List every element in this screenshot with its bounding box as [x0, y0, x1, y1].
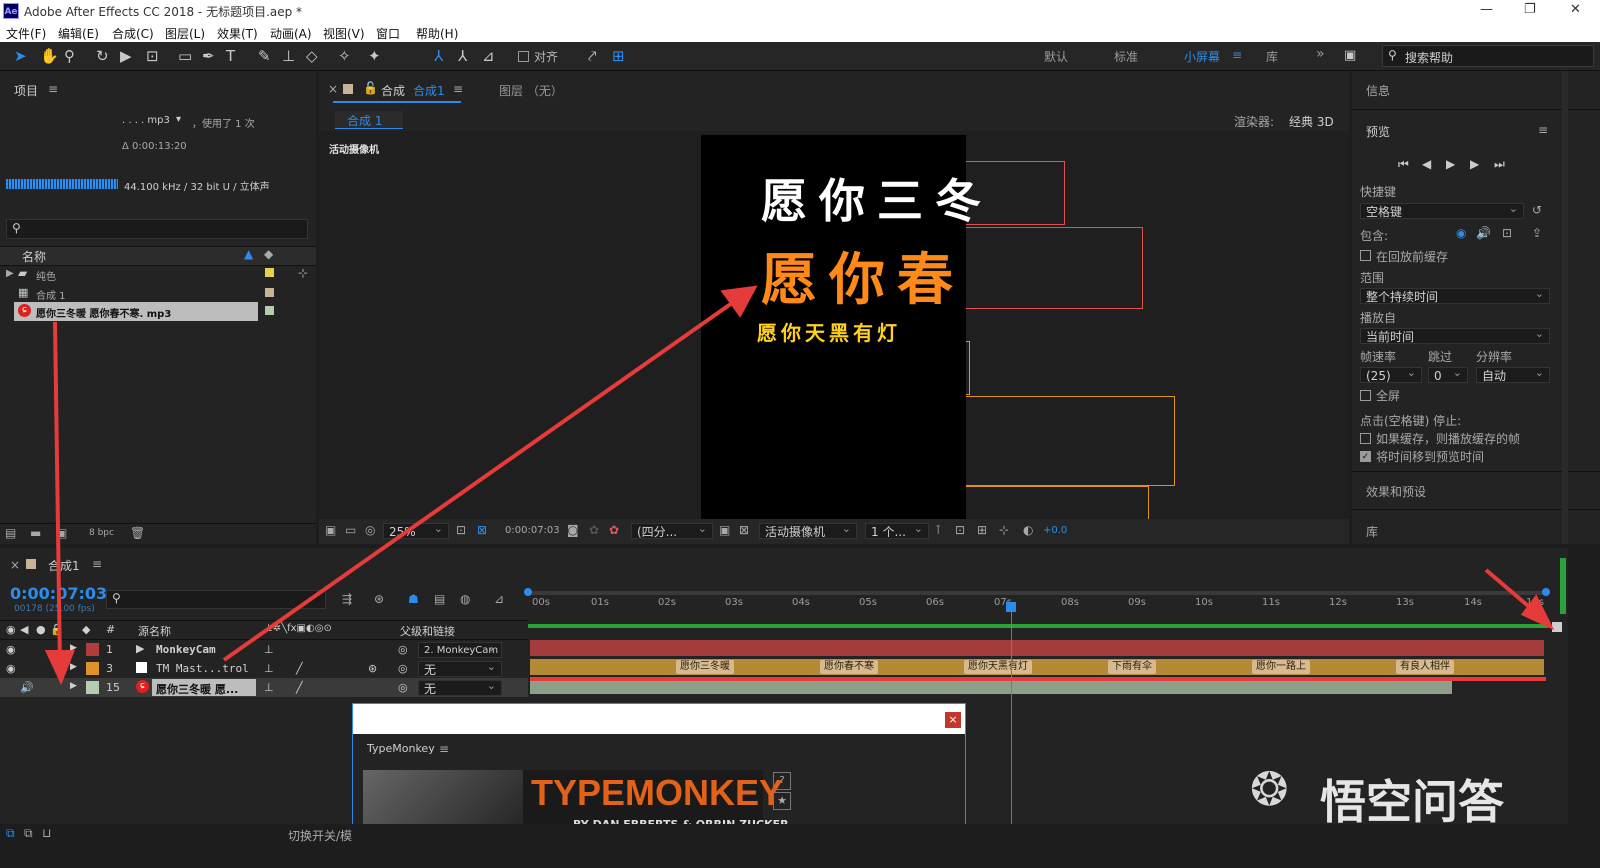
annotation-arrowhead — [44, 650, 75, 686]
annotation-arrow-down — [53, 321, 62, 669]
annotation-arrowhead — [1520, 594, 1555, 631]
annotation-overlay — [44, 285, 1555, 686]
annotation-arrow-up — [222, 294, 744, 662]
annotation-arrowhead — [720, 285, 758, 318]
